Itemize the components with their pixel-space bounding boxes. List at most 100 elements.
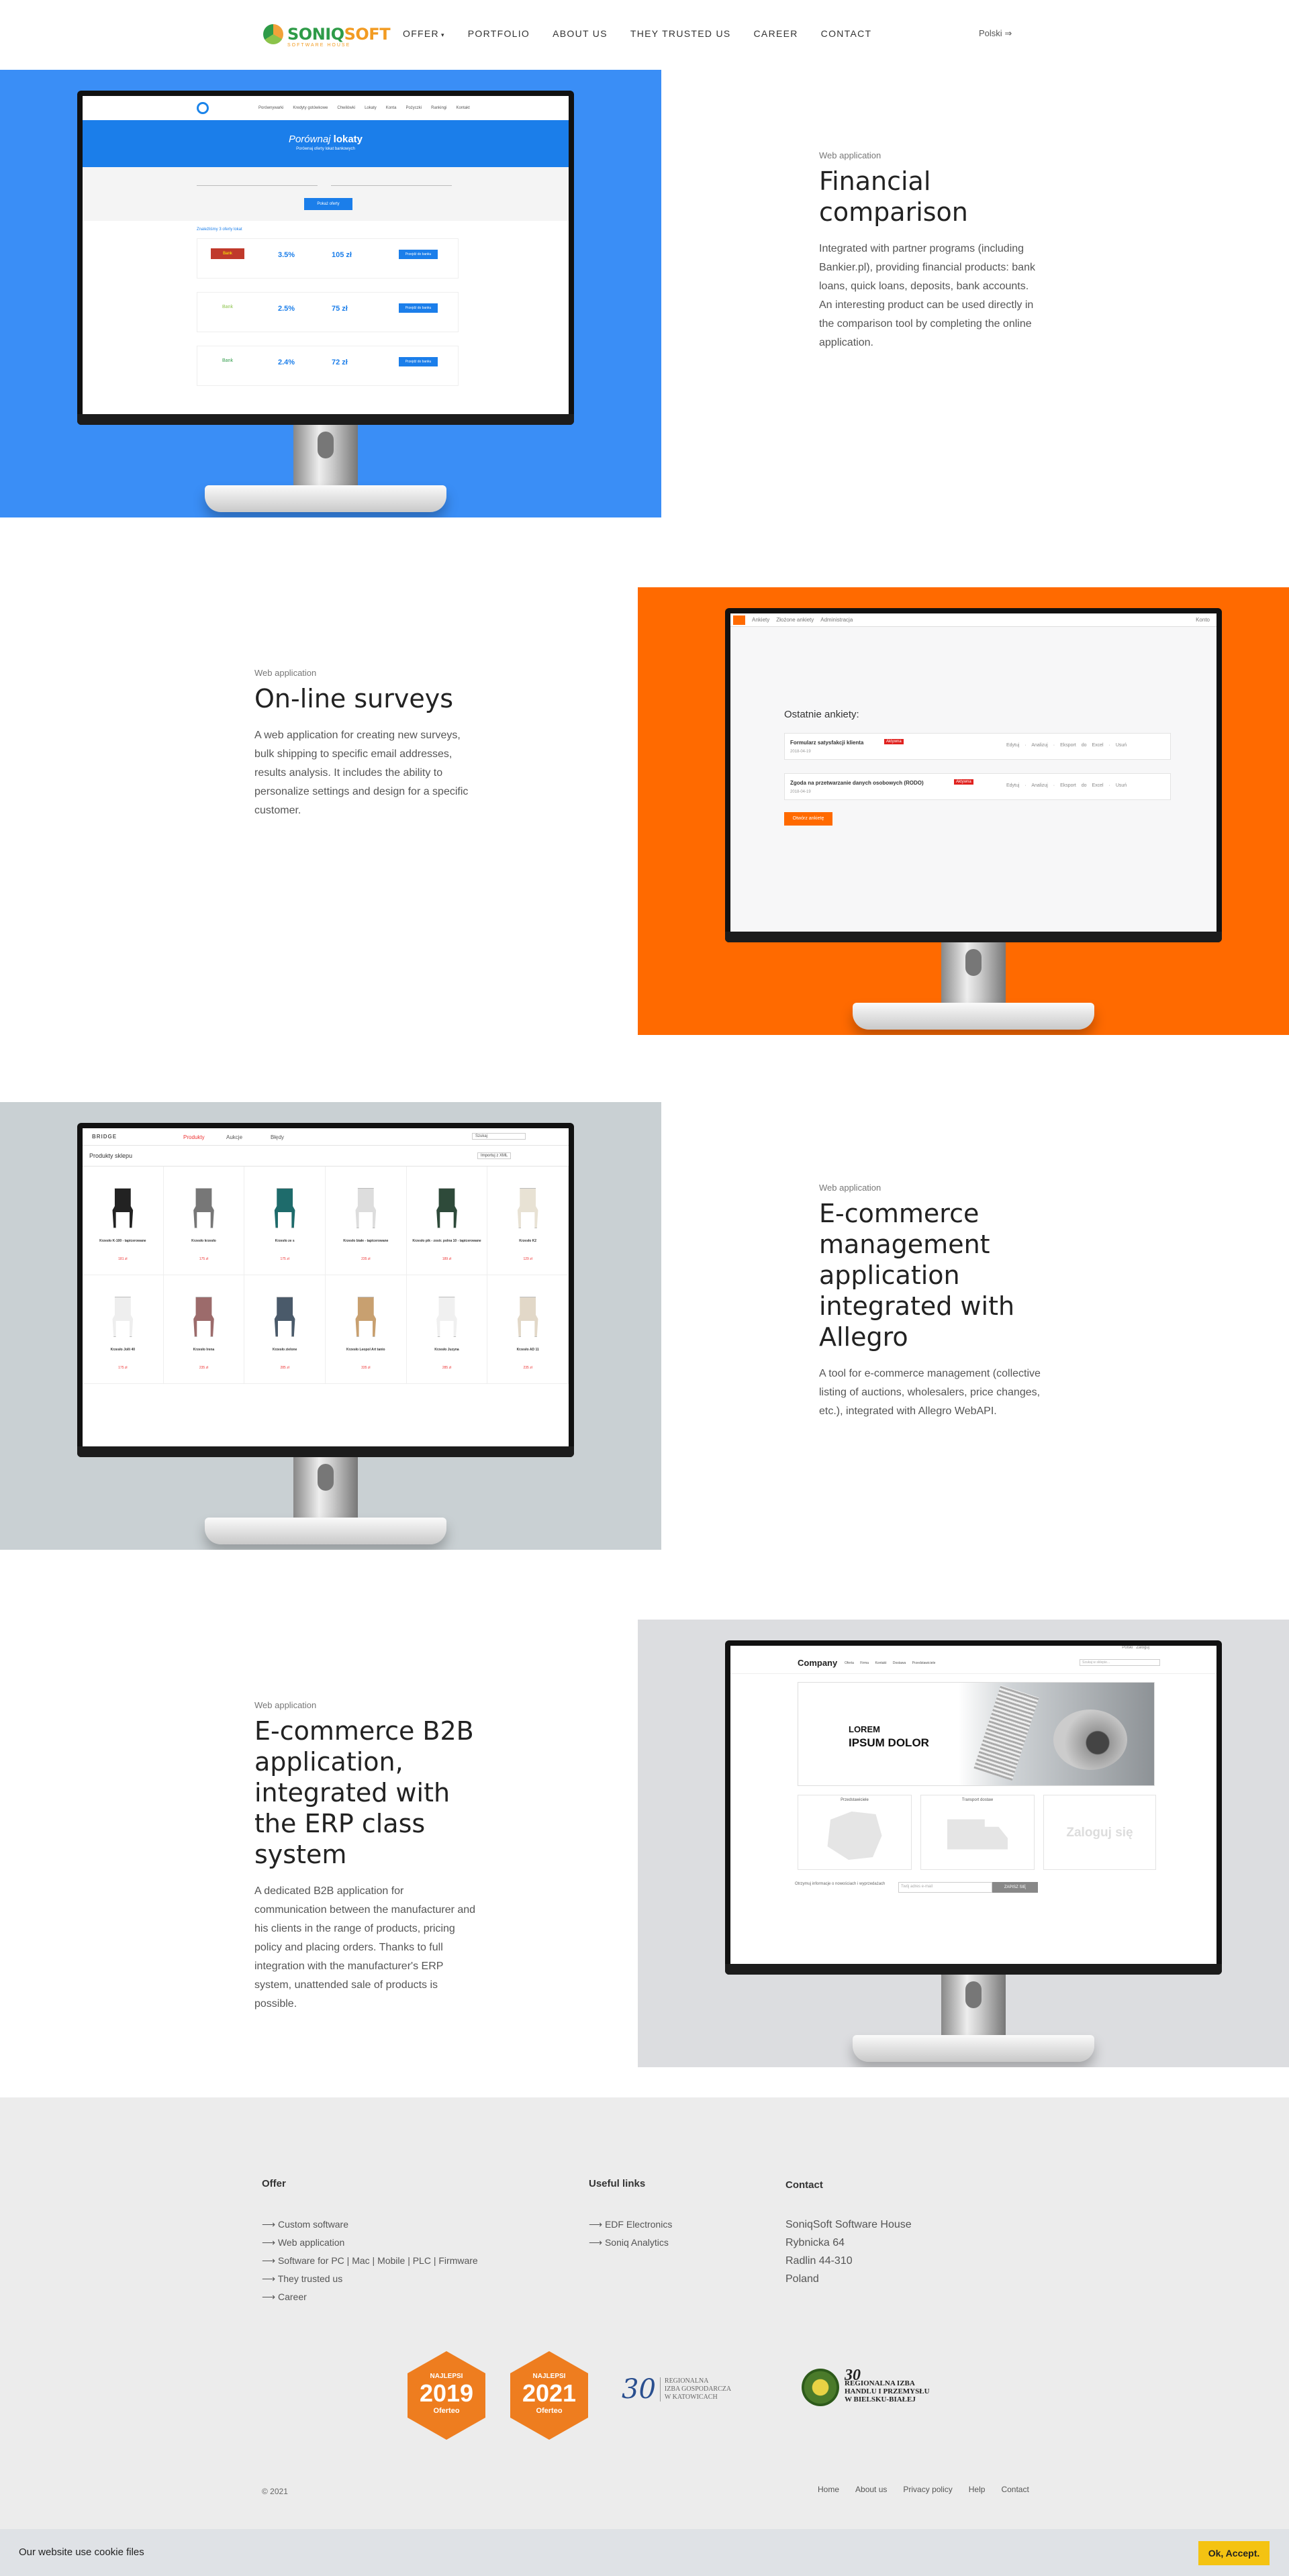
screen-search: Szukaj xyxy=(472,1133,526,1140)
screen-menu-item: Kontakt xyxy=(456,106,470,110)
screen-allegro: BRIDGE Produkty Aukcje Błędy Szukaj Prod… xyxy=(83,1128,569,1446)
screen-menu-item: Lokaty xyxy=(365,106,377,110)
project-text: Web application Financial comparison Int… xyxy=(819,150,1041,352)
nav-career[interactable]: CAREER xyxy=(754,28,798,39)
product-card: Krzesło białe - tapicerowane 235 zł xyxy=(325,1167,407,1275)
screen-tab: Ankiety xyxy=(752,617,770,623)
screen-tab: Administracja xyxy=(820,617,853,623)
screen-hero: Porównaj lokaty Porównaj oferty lokat ba… xyxy=(83,120,569,167)
site-header: SONIQSOFT SOFTWARE HOUSE OFFER ▾ PORTFOLI… xyxy=(0,0,1289,70)
screen-menu-item: Porównywarki xyxy=(258,106,284,110)
project-text: Web application On-line surveys A web ap… xyxy=(254,668,476,820)
footer-useful-links: ⟶ EDF Electronics ⟶ Soniq Analytics xyxy=(589,2216,672,2252)
arrow-right-icon: ⇒ xyxy=(1004,28,1012,38)
project-category: Web application xyxy=(819,150,881,160)
product-name: Krzesło białe - tapicerowane xyxy=(343,1239,389,1243)
product-price: 285 zł xyxy=(280,1366,289,1370)
footer-link[interactable]: ⟶ Software for PC | Mac | Mobile | PLC |… xyxy=(262,2252,478,2270)
offer-cta: Przejdź do banku xyxy=(399,357,438,366)
screen-form: Pokaż oferty xyxy=(83,167,569,221)
footer-link[interactable]: ⟶ Soniq Analytics xyxy=(589,2234,672,2252)
product-card: Krzesło Jolli 40 175 zł xyxy=(83,1275,164,1384)
product-name: Krzesło Irena xyxy=(193,1348,215,1352)
footer-home-link[interactable]: Home xyxy=(818,2485,839,2494)
app-logo-icon xyxy=(733,615,745,625)
screen-tab: Złożone ankiety xyxy=(776,617,814,623)
oferteo-badge: NAJLEPSI 2021 Oferteo xyxy=(510,2351,588,2440)
project-title: On-line surveys xyxy=(254,684,454,713)
newsletter-button: ZAPISZ SIĘ xyxy=(992,1882,1038,1893)
product-card: Krzesło ze s 175 zł xyxy=(244,1167,326,1275)
offer-rate: 3.5% xyxy=(278,251,295,259)
footer-link[interactable]: ⟶ Career xyxy=(262,2288,478,2306)
logo-subtitle: SOFTWARE HOUSE xyxy=(287,43,351,48)
nav-offer[interactable]: OFFER ▾ xyxy=(403,28,445,39)
product-name: Krzesło K2 xyxy=(519,1239,537,1243)
project-b2b: Web application E-commerce B2B applicati… xyxy=(0,1620,1289,2067)
footer-link[interactable]: ⟶ Custom software xyxy=(262,2216,478,2234)
screen-b2b: Polski Zaloguj Company Oferta Firma Kont… xyxy=(730,1646,1216,1964)
screen-results: Znaleźliśmy 3 oferty lokat xyxy=(197,228,242,232)
screen-menu-item: Rankingi xyxy=(431,106,447,110)
footer-contact-link[interactable]: Contact xyxy=(1001,2485,1029,2494)
product-name: Krzesło ze s xyxy=(275,1239,295,1243)
chair-image xyxy=(112,1297,134,1337)
project-panel-blue: Porównywarki Kredyty gotówkowe Chwilówki… xyxy=(0,70,661,517)
chair-image xyxy=(355,1297,377,1337)
product-price: 235 zł xyxy=(523,1366,532,1370)
site-footer: Offer ⟶ Custom software ⟶ Web applicatio… xyxy=(0,2097,1289,2529)
survey-row: Zgoda na przetwarzanie danych osobowych … xyxy=(784,773,1171,800)
monitor: BRIDGE Produkty Aukcje Błędy Szukaj Prod… xyxy=(77,1123,574,1550)
screen-heading: Ostatnie ankiety: xyxy=(784,709,859,720)
screen-hero-sub: Porównaj oferty lokat bankowych xyxy=(296,147,355,151)
nav-contact[interactable]: CONTACT xyxy=(821,28,872,39)
product-name: Krzesło AD 11 xyxy=(516,1348,539,1352)
nav-about[interactable]: ABOUT US xyxy=(553,28,608,39)
screen-import: Importuj z XML xyxy=(477,1152,512,1159)
footer-link[interactable]: ⟶ They trusted us xyxy=(262,2270,478,2288)
logo[interactable]: SONIQSOFT SOFTWARE HOUSE xyxy=(263,24,391,48)
offer-profit: 72 zł xyxy=(332,358,348,366)
product-card: Krzesło pik - zostr. polna 10 - tapicero… xyxy=(406,1167,488,1275)
offer-rate: 2.5% xyxy=(278,305,295,313)
screen-user: Konto xyxy=(1196,617,1210,623)
monitor: Porównywarki Kredyty gotówkowe Chwilówki… xyxy=(77,91,574,517)
project-category: Web application xyxy=(254,668,317,678)
project-title: E-commerce management application integr… xyxy=(819,1199,1015,1352)
product-card: Krzesło AD 11 235 zł xyxy=(487,1275,569,1384)
screen-show-offers-button: Pokaż oferty xyxy=(304,198,352,210)
main-nav: OFFER ▾ PORTFOLIO ABOUT US THEY TRUSTED U… xyxy=(403,28,871,39)
login-box: Zaloguj się xyxy=(1043,1795,1156,1870)
cookie-accept-button[interactable]: Ok, Accept. xyxy=(1198,2541,1270,2565)
product-name: Krzesło zielone xyxy=(272,1348,297,1352)
screen-brand: Company xyxy=(798,1658,838,1668)
footer-link[interactable]: ⟶ EDF Electronics xyxy=(589,2216,672,2234)
screen-offer-list: Bank 3.5% 105 zł Przejdź do banku Bank 2… xyxy=(83,232,569,386)
survey-tag: Aktywna xyxy=(954,779,973,785)
chair-image xyxy=(517,1188,538,1228)
nav-portfolio[interactable]: PORTFOLIO xyxy=(468,28,530,39)
screen-hero-title-b: lokaty xyxy=(333,134,363,145)
screen-surveys: Ankiety Złożone ankiety Administracja Ko… xyxy=(730,613,1216,932)
product-price: 335 zł xyxy=(361,1366,371,1370)
info-box: Transport dostaw xyxy=(920,1795,1035,1870)
chair-image xyxy=(193,1297,214,1337)
product-price: 181 zł xyxy=(118,1257,128,1261)
screen-financial: Porównywarki Kredyty gotówkowe Chwilówki… xyxy=(83,96,569,414)
bolt-image xyxy=(973,1685,1039,1781)
screen-banner: LOREM IPSUM DOLOR xyxy=(798,1682,1155,1786)
product-price: 235 zł xyxy=(361,1257,371,1261)
product-grid: Krzesło K-100 - tapicerowane 181 zł Krzesł… xyxy=(83,1166,569,1384)
footer-link[interactable]: ⟶ Web application xyxy=(262,2234,478,2252)
chamber-logo-katowice: 30 REGIONALNA IZBA GOSPODARCZA W KATOWIC… xyxy=(622,2374,732,2405)
footer-privacy-link[interactable]: Privacy policy xyxy=(903,2485,952,2494)
screen-tab: Błędy xyxy=(271,1134,285,1140)
nav-trusted[interactable]: THEY TRUSTED US xyxy=(630,28,731,39)
language-switch[interactable]: Polski ⇒ xyxy=(979,28,1012,39)
chair-image xyxy=(274,1297,295,1337)
product-card: Krzesło Irena 235 zł xyxy=(163,1275,245,1384)
screen-hero-title-a: Porównaj xyxy=(288,134,331,145)
screen-menu-item: Pożyczki xyxy=(405,106,422,110)
footer-help-link[interactable]: Help xyxy=(969,2485,986,2494)
footer-about-link[interactable]: About us xyxy=(855,2485,887,2494)
